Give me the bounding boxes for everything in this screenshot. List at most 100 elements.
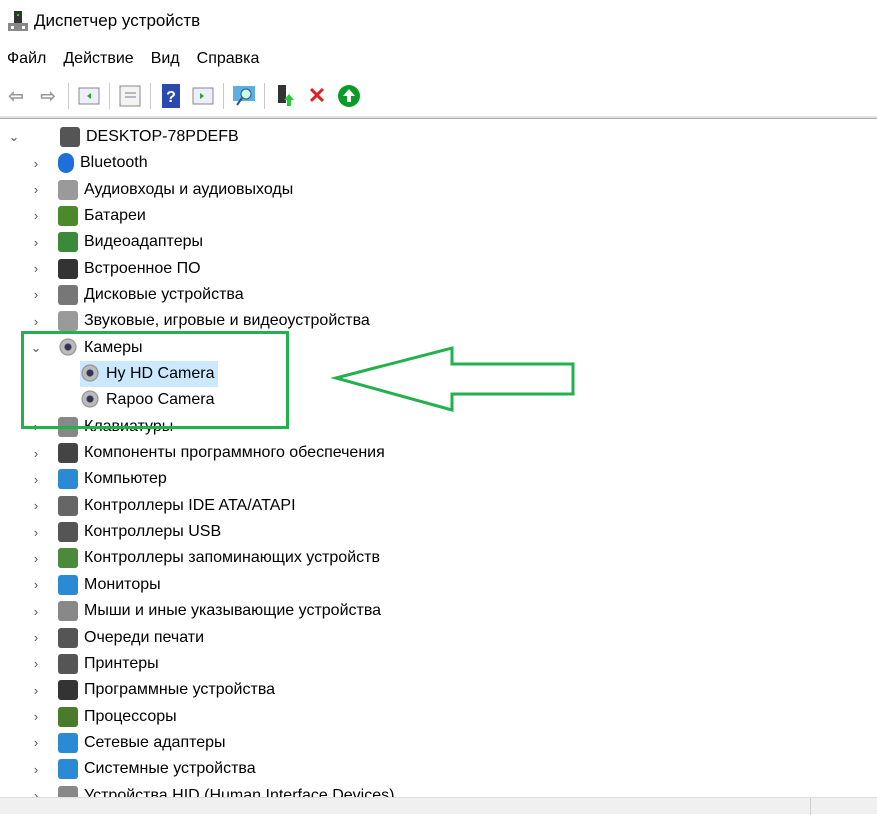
software-component-icon xyxy=(58,443,78,464)
software-device-icon xyxy=(58,680,78,701)
chevron-right-icon[interactable]: › xyxy=(30,287,42,302)
action-pane-icon xyxy=(192,87,214,105)
properties-icon xyxy=(119,85,141,107)
scan-monitor-icon xyxy=(233,86,255,106)
sound-icon xyxy=(58,311,78,332)
chevron-right-icon[interactable]: › xyxy=(30,656,42,671)
usb-icon xyxy=(58,522,78,543)
action-pane-button[interactable] xyxy=(191,84,215,108)
chevron-right-icon[interactable]: › xyxy=(30,235,42,250)
tree-item-label: Компоненты программного обеспечения xyxy=(84,444,385,462)
chevron-right-icon[interactable]: › xyxy=(30,551,42,566)
scan-hardware-button[interactable] xyxy=(232,84,256,108)
tree-item-label: Системные устройства xyxy=(84,760,256,778)
tree-item[interactable]: › Мыши и иные указывающие устройства xyxy=(34,598,382,624)
tree-item[interactable]: › Компьютер xyxy=(34,466,167,492)
enable-device-button[interactable] xyxy=(337,84,361,108)
tree-item-label: Контроллеры USB xyxy=(84,523,222,541)
tree-item[interactable]: › Контроллеры запоминающих устройств xyxy=(34,545,380,571)
mouse-icon xyxy=(58,601,78,622)
chevron-right-icon[interactable]: › xyxy=(30,208,42,223)
system-device-icon xyxy=(58,759,78,780)
chevron-right-icon[interactable]: › xyxy=(30,156,42,171)
tree-item[interactable]: › Встроенное ПО xyxy=(34,256,201,282)
tree-item[interactable]: › Компоненты программного обеспечения xyxy=(34,440,385,466)
update-driver-button[interactable] xyxy=(273,84,297,108)
tree-item[interactable]: › Очереди печати xyxy=(34,625,205,651)
tree-item-label: Bluetooth xyxy=(80,154,148,172)
tree-item-label: Процессоры xyxy=(84,707,177,725)
tree-item[interactable]: › Аудиовходы и аудиовыходы xyxy=(34,177,293,203)
monitor-icon xyxy=(58,574,78,595)
chevron-right-icon[interactable]: › xyxy=(30,261,42,276)
print-queue-icon xyxy=(58,627,78,648)
chevron-right-icon[interactable]: › xyxy=(30,604,42,619)
disk-icon xyxy=(58,284,78,305)
device-manager-icon xyxy=(8,11,28,31)
help-button[interactable]: ? xyxy=(159,84,183,108)
window-title: Диспетчер устройств xyxy=(34,11,201,30)
chevron-right-icon[interactable]: › xyxy=(30,472,42,487)
separator xyxy=(264,83,265,109)
tree-item[interactable]: › Bluetooth xyxy=(34,150,148,176)
separator xyxy=(109,83,110,109)
chevron-right-icon[interactable]: › xyxy=(30,525,42,540)
chevron-right-icon[interactable]: › xyxy=(30,630,42,645)
bluetooth-icon xyxy=(58,153,74,174)
ide-icon xyxy=(58,495,78,516)
tree-item[interactable]: ⌄ DESKTOP-78PDEFB xyxy=(9,124,239,150)
separator xyxy=(223,83,224,109)
tree-item[interactable]: › Мониторы xyxy=(34,572,161,598)
speaker-icon xyxy=(58,179,78,200)
tree-item[interactable]: › Сетевые адаптеры xyxy=(34,730,226,756)
tree-item[interactable]: › Принтеры xyxy=(34,651,159,677)
tree-item[interactable]: › Системные устройства xyxy=(34,756,256,782)
battery-icon xyxy=(58,205,78,226)
tree-item-label: Мыши и иные указывающие устройства xyxy=(84,602,382,620)
tree-item-label: Батареи xyxy=(84,206,146,224)
tree-item-label: Видеоадаптеры xyxy=(84,233,203,251)
chevron-right-icon[interactable]: › xyxy=(30,314,42,329)
tree-item[interactable]: › Дисковые устройства xyxy=(34,282,244,308)
menu-action[interactable]: Действие xyxy=(63,50,133,72)
tree-item[interactable]: › Видеоадаптеры xyxy=(34,229,203,255)
separator xyxy=(68,83,69,109)
chevron-down-icon[interactable]: ⌄ xyxy=(8,129,20,145)
processor-icon xyxy=(58,706,78,727)
tree-item-label: Очереди печати xyxy=(84,628,205,646)
tree-item-label: Звуковые, игровые и видеоустройства xyxy=(84,312,370,330)
tree-item-label: Мониторы xyxy=(84,575,161,593)
chevron-right-icon[interactable]: › xyxy=(30,683,42,698)
tree-item[interactable]: › Контроллеры IDE ATA/ATAPI xyxy=(34,493,296,519)
chevron-right-icon[interactable]: › xyxy=(30,182,42,197)
chevron-right-icon[interactable]: › xyxy=(30,762,42,777)
tree-item-label: Принтеры xyxy=(84,654,159,672)
menu-file[interactable]: Файл xyxy=(7,50,46,72)
chevron-right-icon[interactable]: › xyxy=(30,446,42,461)
firmware-icon xyxy=(58,258,78,279)
chevron-right-icon[interactable]: › xyxy=(30,709,42,724)
back-button[interactable]: ⇦ xyxy=(4,84,28,108)
chevron-right-icon[interactable]: › xyxy=(30,498,42,513)
tree-item[interactable]: › Батареи xyxy=(34,203,146,229)
computer-root-icon xyxy=(60,127,80,147)
console-tree-button[interactable] xyxy=(77,84,101,108)
properties-button[interactable] xyxy=(118,84,142,108)
forward-button[interactable]: ⇨ xyxy=(36,84,60,108)
tree-item-label: Программные устройства xyxy=(84,681,276,699)
menu-view[interactable]: Вид xyxy=(151,50,180,72)
tree-item[interactable]: › Контроллеры USB xyxy=(34,519,222,545)
tree-item[interactable]: › Процессоры xyxy=(34,704,177,730)
tree-item[interactable]: › Программные устройства xyxy=(34,677,276,703)
chevron-right-icon[interactable]: › xyxy=(30,577,42,592)
console-tree-icon xyxy=(78,87,100,105)
chevron-right-icon[interactable]: › xyxy=(30,735,42,750)
toolbar-divider xyxy=(0,116,877,119)
menu-help[interactable]: Справка xyxy=(197,50,260,72)
update-driver-icon xyxy=(278,85,294,106)
separator xyxy=(150,83,151,109)
tree-item-label: Компьютер xyxy=(84,470,167,488)
annotation-highlight-box xyxy=(21,331,289,429)
tree-item-label: DESKTOP-78PDEFB xyxy=(86,128,239,145)
uninstall-button[interactable]: ✕ xyxy=(305,83,329,108)
